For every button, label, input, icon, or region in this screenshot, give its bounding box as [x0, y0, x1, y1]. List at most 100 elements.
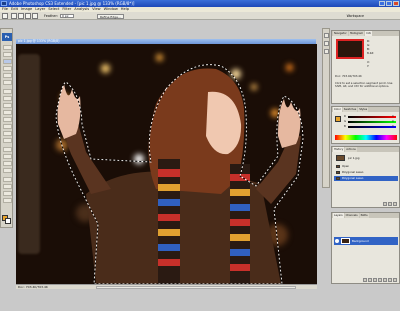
channel-b-slider[interactable] [348, 126, 396, 128]
pen-tool-icon[interactable] [3, 147, 12, 152]
tool-presets-panel-icon[interactable] [324, 41, 329, 46]
layer-mask-icon[interactable] [373, 278, 377, 282]
background-color-swatch[interactable] [5, 218, 11, 224]
tab-color[interactable]: Color [333, 107, 342, 112]
blur-tool-icon[interactable] [3, 131, 12, 136]
history-item-label: Polygonal Lasso [342, 176, 364, 180]
tab-histogram[interactable]: Histogram [348, 31, 365, 36]
shape-tool-icon[interactable] [3, 168, 12, 173]
history-tabs: History Actions [332, 147, 399, 152]
info-bitdepth: 8-bit [367, 51, 374, 55]
channel-r-label: R [344, 114, 346, 118]
minimize-button[interactable] [379, 1, 385, 6]
right-hand-shape [278, 99, 301, 148]
info-hint: Click to set a selection segment point. … [335, 81, 393, 89]
history-item-label: Polygonal Lasso [342, 170, 364, 174]
feather-input[interactable]: 0 px [60, 14, 74, 18]
intersect-selection-icon[interactable] [32, 13, 38, 19]
new-document-from-state-icon[interactable] [383, 202, 387, 206]
crop-tool-icon[interactable] [3, 73, 12, 78]
tab-paths[interactable]: Paths [359, 213, 369, 218]
gradient-tool-icon[interactable] [3, 124, 12, 129]
channel-g-value[interactable]: 0 [392, 119, 394, 123]
color-foreground-swatch[interactable] [335, 116, 341, 122]
path-selection-tool-icon[interactable] [3, 161, 12, 166]
close-button[interactable] [393, 1, 399, 6]
layers-panel: Layers Channels Paths Background [331, 212, 400, 284]
eraser-tool-icon[interactable] [3, 117, 12, 122]
tab-history[interactable]: History [333, 147, 345, 152]
tab-swatches[interactable]: Swatches [342, 107, 358, 112]
color-panel: Color Swatches Styles R 0 G 0 B 0 [331, 106, 400, 144]
status-bar: Doc: 703.4K/703.4K [16, 284, 317, 289]
delete-layer-icon[interactable] [393, 278, 397, 282]
info-y: Y: [367, 64, 370, 68]
tab-navigator[interactable]: Navigator [333, 31, 348, 36]
info-doc-size: Doc: 703.4K/703.4K [335, 74, 362, 78]
layer-comps-panel-icon[interactable] [324, 49, 329, 54]
notes-tool-icon[interactable] [3, 177, 12, 182]
slice-tool-icon[interactable] [3, 80, 12, 85]
color-spectrum-ramp[interactable] [335, 135, 397, 140]
brushes-panel-icon[interactable] [324, 33, 329, 38]
tools-panel: Ps [0, 28, 13, 228]
history-item-label: Open [342, 164, 350, 168]
refine-edge-button[interactable]: Refine Edge... [97, 13, 124, 19]
tab-layers[interactable]: Layers [333, 213, 344, 218]
history-panel: History Actions pic 1.jpg Open Polygonal… [331, 146, 400, 208]
magic-wand-tool-icon[interactable] [3, 66, 12, 71]
snapshot-thumbnail [336, 155, 345, 161]
history-snapshot[interactable]: pic 1.jpg [334, 154, 398, 162]
tab-info[interactable]: Info [365, 31, 373, 36]
channel-g-slider[interactable] [348, 121, 396, 123]
document-canvas[interactable] [16, 44, 317, 284]
link-layers-icon[interactable] [363, 278, 367, 282]
feather-label: Feather: [44, 14, 58, 18]
delete-state-icon[interactable] [393, 202, 397, 206]
zoom-tool-icon[interactable] [3, 198, 12, 203]
channel-b-value[interactable]: 0 [392, 124, 394, 128]
layer-style-icon[interactable] [368, 278, 372, 282]
maximize-button[interactable] [386, 1, 392, 6]
brush-tool-icon[interactable] [3, 96, 12, 101]
add-selection-icon[interactable] [18, 13, 24, 19]
lasso-tool-icon[interactable] [3, 59, 12, 64]
visibility-eye-icon[interactable] [335, 239, 339, 243]
healing-brush-tool-icon[interactable] [3, 89, 12, 94]
history-item[interactable]: Open [334, 164, 398, 169]
layers-panel-buttons [363, 278, 397, 282]
new-layer-icon[interactable] [388, 278, 392, 282]
channel-r-value[interactable]: 0 [392, 114, 394, 118]
photoshop-app-icon [1, 1, 7, 6]
type-tool-icon[interactable] [3, 154, 12, 159]
title-bar: Adobe Photoshop CS3 Extended - [pic 1.jp… [0, 0, 400, 7]
history-snapshot-label: pic 1.jpg [348, 156, 360, 160]
photo-subject [55, 64, 304, 284]
new-group-icon[interactable] [383, 278, 387, 282]
workspace-menu[interactable]: Workspace [347, 13, 364, 19]
tab-channels[interactable]: Channels [344, 213, 359, 218]
eyedropper-tool-icon[interactable] [3, 184, 12, 189]
clone-stamp-tool-icon[interactable] [3, 103, 12, 108]
marquee-tool-icon[interactable] [3, 52, 12, 57]
hand-tool-icon[interactable] [3, 191, 12, 196]
move-tool-icon[interactable] [3, 45, 12, 50]
channel-r-slider[interactable] [348, 116, 396, 118]
adjustment-layer-icon[interactable] [378, 278, 382, 282]
history-item[interactable]: Polygonal Lasso [334, 170, 398, 175]
tab-styles[interactable]: Styles [358, 107, 369, 112]
doc-size-text: Doc: 703.4K/703.4K [18, 285, 48, 289]
tab-actions[interactable]: Actions [345, 147, 357, 152]
subtract-selection-icon[interactable] [25, 13, 31, 19]
new-selection-icon[interactable] [11, 13, 17, 19]
navigator-thumbnail[interactable] [336, 39, 364, 59]
window-title: Adobe Photoshop CS3 Extended - [pic 1.jp… [9, 1, 135, 6]
history-item-selected[interactable]: Polygonal Lasso [334, 176, 398, 181]
dodge-tool-icon[interactable] [3, 138, 12, 143]
lasso-tool-preset-icon[interactable] [2, 13, 8, 19]
new-snapshot-icon[interactable] [388, 202, 392, 206]
layers-tabs: Layers Channels Paths [332, 213, 399, 218]
history-brush-tool-icon[interactable] [3, 110, 12, 115]
layer-row-background[interactable]: Background [334, 237, 398, 245]
horizontal-scrollbar[interactable] [96, 286, 296, 289]
